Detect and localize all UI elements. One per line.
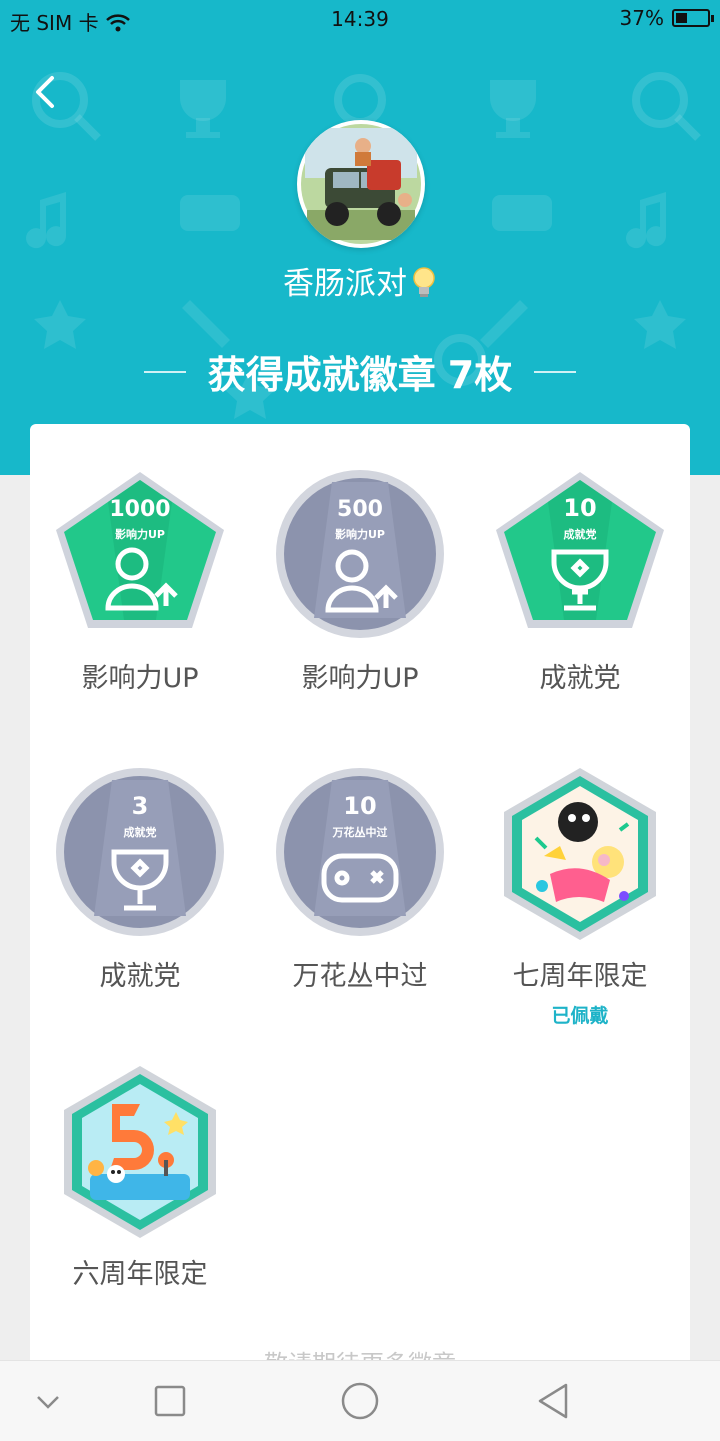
- badge-worn-status: 已佩戴: [551, 1005, 609, 1027]
- sixth-anniversary-badge-icon: [64, 1066, 216, 1238]
- svg-text:500: 500: [337, 497, 383, 522]
- badge-item[interactable]: 10 万花丛中过 万花丛中过: [250, 766, 470, 993]
- svg-text:3: 3: [132, 792, 149, 820]
- avatar[interactable]: [297, 120, 425, 248]
- battery-icon: [672, 9, 714, 27]
- title-divider-right: [534, 370, 577, 373]
- badge-name: 六周年限定: [72, 1259, 208, 1290]
- badge-name: 万花丛中过: [292, 961, 428, 992]
- nav-back-icon[interactable]: [532, 1379, 576, 1423]
- svg-text:10: 10: [563, 494, 596, 522]
- badge-name: 影响力UP: [301, 663, 419, 694]
- badge-count-value: 7枚: [447, 353, 513, 397]
- badge-name: 七周年限定: [512, 961, 648, 992]
- badge-item[interactable]: 1000 影响力UP 影响力UP: [30, 468, 250, 695]
- badge-1000-influence-icon: 1000 影响力UP: [56, 472, 224, 628]
- status-time: 14:39: [331, 7, 389, 31]
- badge-name: 影响力UP: [81, 663, 199, 694]
- badge-count-prefix: 获得成就徽章: [207, 353, 436, 397]
- avatar-image: [301, 124, 421, 244]
- nav-hide-icon[interactable]: [26, 1379, 70, 1423]
- nav-recents-icon[interactable]: [148, 1379, 192, 1423]
- badge-10-achievement-icon: 10 成就党: [496, 472, 664, 628]
- back-arrow-icon[interactable]: [28, 72, 68, 112]
- badge-10-game-icon: 10 万花丛中过: [276, 768, 444, 936]
- lightbulb-icon: [413, 267, 435, 297]
- system-nav-bar: [0, 1360, 720, 1441]
- title-divider-left: [143, 370, 186, 373]
- svg-text:1000: 1000: [109, 497, 170, 522]
- badge-count-title: 获得成就徽章 7枚: [0, 344, 720, 399]
- badge-name: 成就党: [539, 663, 621, 694]
- status-bar: 无 SIM 卡 14:39 37%: [0, 0, 720, 38]
- svg-text:影响力UP: 影响力UP: [335, 527, 385, 541]
- badge-3-achievement-icon: 3 成就党: [56, 768, 224, 936]
- svg-text:成就党: 成就党: [564, 527, 597, 541]
- svg-text:10: 10: [343, 792, 376, 820]
- badge-item[interactable]: 10 成就党 成就党: [470, 468, 690, 695]
- badge-name: 成就党: [99, 961, 181, 992]
- badge-500-influence-icon: 500 影响力UP: [276, 470, 444, 638]
- badge-item[interactable]: 六周年限定: [30, 1064, 250, 1291]
- svg-text:影响力UP: 影响力UP: [115, 527, 165, 541]
- svg-text:成就党: 成就党: [124, 825, 157, 839]
- nickname: 香肠派对: [283, 266, 407, 302]
- battery-percent: 37%: [619, 6, 664, 30]
- svg-text:万花丛中过: 万花丛中过: [332, 825, 388, 839]
- seventh-anniversary-badge-icon: [504, 768, 656, 940]
- badge-item[interactable]: 3 成就党 成就党: [30, 766, 250, 993]
- nickname-row: 香肠派对: [0, 258, 720, 303]
- badge-item[interactable]: 500 影响力UP 影响力UP: [250, 468, 470, 695]
- badge-item[interactable]: 七周年限定 已佩戴: [470, 766, 690, 1028]
- nav-home-icon[interactable]: [338, 1379, 382, 1423]
